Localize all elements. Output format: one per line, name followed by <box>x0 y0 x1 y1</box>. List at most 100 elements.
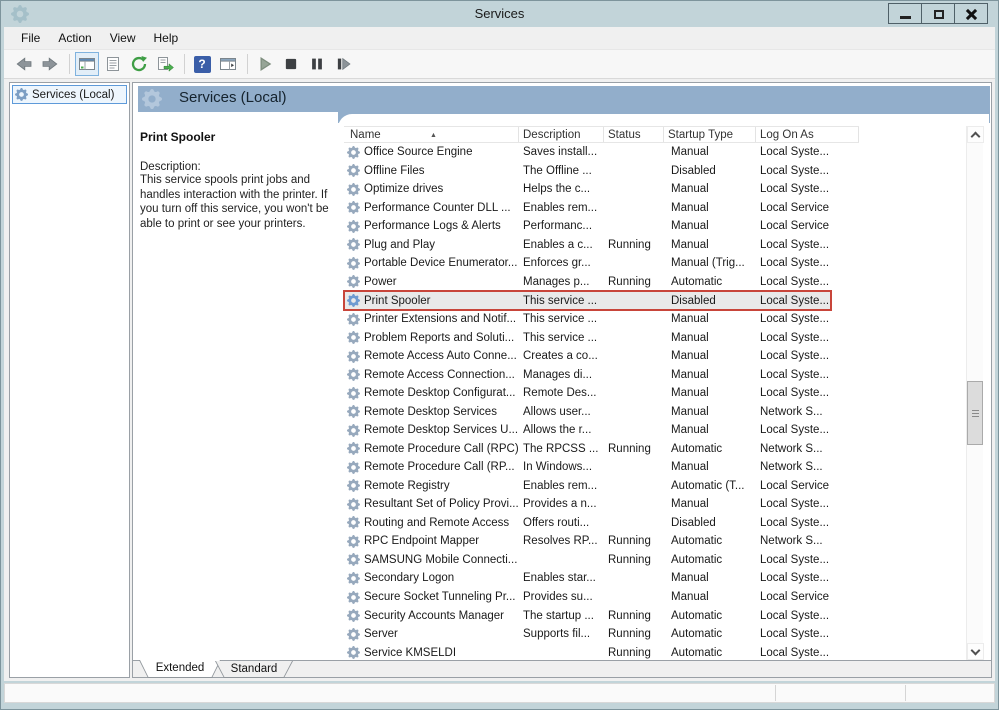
service-row[interactable]: Security Accounts ManagerThe startup ...… <box>344 606 859 625</box>
service-gear-icon <box>347 479 360 492</box>
service-description: Offers routi... <box>519 517 604 529</box>
service-row[interactable]: RPC Endpoint MapperResolves RP...Running… <box>344 532 859 551</box>
scroll-up-button[interactable] <box>967 126 984 143</box>
column-header-description[interactable]: Description <box>519 127 604 142</box>
back-arrow-button[interactable] <box>12 52 36 76</box>
services-rows: Office Source EngineSaves install...Manu… <box>344 143 859 660</box>
service-row[interactable]: Remote Desktop Configurat...Remote Des..… <box>344 384 859 403</box>
tab-extended[interactable]: Extended <box>139 660 221 678</box>
minimize-button[interactable] <box>888 3 922 24</box>
tab-label: Extended <box>139 660 221 678</box>
service-row[interactable]: Performance Counter DLL ...Enables rem..… <box>344 199 859 218</box>
service-name: Routing and Remote Access <box>364 517 509 529</box>
service-gear-icon <box>347 405 360 418</box>
start-service-button[interactable] <box>253 52 277 76</box>
stop-service-button[interactable] <box>279 52 303 76</box>
service-log-on-as: Local Syste... <box>756 332 859 344</box>
close-button[interactable] <box>954 3 988 24</box>
service-gear-icon <box>347 331 360 344</box>
column-header-name[interactable]: Name▲ <box>344 127 519 142</box>
pause-service-button[interactable] <box>305 52 329 76</box>
service-row[interactable]: Service KMSELDIRunningAutomaticLocal Sys… <box>344 643 859 660</box>
service-startup-type: Manual <box>664 572 756 584</box>
service-row[interactable]: Remote Desktop Services U...Allows the r… <box>344 421 859 440</box>
service-row[interactable]: PowerManages p...RunningAutomaticLocal S… <box>344 273 859 292</box>
view-tab-bar: ExtendedStandard <box>133 660 991 677</box>
status-bar <box>4 683 995 703</box>
column-header-label: Name <box>350 129 381 141</box>
service-log-on-as: Local Syste... <box>756 628 859 640</box>
service-startup-type: Automatic <box>664 443 756 455</box>
service-log-on-as: Local Syste... <box>756 183 859 195</box>
menu-view[interactable]: View <box>101 27 145 49</box>
forward-arrow-button[interactable] <box>38 52 62 76</box>
maximize-button[interactable] <box>921 3 955 24</box>
service-row[interactable]: Problem Reports and Soluti...This servic… <box>344 328 859 347</box>
service-gear-icon <box>347 183 360 196</box>
service-row-print-spooler[interactable]: Print SpoolerThis service ...DisabledLoc… <box>344 291 859 310</box>
show-action-pane-icon <box>219 55 237 73</box>
service-row[interactable]: Secondary LogonEnables star...ManualLoca… <box>344 569 859 588</box>
restart-service-button[interactable] <box>331 52 355 76</box>
chevron-down-icon <box>971 646 981 656</box>
tree-item-services-local[interactable]: Services (Local) <box>12 85 127 104</box>
menu-action[interactable]: Action <box>49 27 100 49</box>
service-description: Enforces gr... <box>519 257 604 269</box>
service-row[interactable]: Office Source EngineSaves install...Manu… <box>344 143 859 162</box>
properties-button[interactable] <box>101 52 125 76</box>
service-row[interactable]: Remote Procedure Call (RPC)The RPCSS ...… <box>344 440 859 459</box>
scroll-down-button[interactable] <box>967 643 984 660</box>
refresh-button[interactable] <box>127 52 151 76</box>
service-gear-icon <box>347 313 360 326</box>
title-bar[interactable]: Services <box>1 1 998 27</box>
services-gear-icon <box>15 88 28 101</box>
service-startup-type: Manual <box>664 424 756 436</box>
service-row[interactable]: Remote Access Auto Conne...Creates a co.… <box>344 347 859 366</box>
service-name: Remote Access Auto Conne... <box>364 350 517 362</box>
service-row[interactable]: Remote Desktop ServicesAllows user...Man… <box>344 402 859 421</box>
service-startup-type: Manual <box>664 461 756 473</box>
service-row[interactable]: Remote Procedure Call (RP...In Windows..… <box>344 458 859 477</box>
service-log-on-as: Network S... <box>756 406 859 418</box>
column-header-label: Status <box>608 129 641 141</box>
service-gear-icon <box>347 498 360 511</box>
service-name: Performance Counter DLL ... <box>364 202 511 214</box>
service-log-on-as: Local Syste... <box>756 295 859 307</box>
start-service-icon <box>256 55 274 73</box>
service-name: Remote Desktop Configurat... <box>364 387 516 399</box>
service-description: Manages di... <box>519 369 604 381</box>
vertical-scrollbar[interactable] <box>966 126 983 660</box>
service-row[interactable]: Secure Socket Tunneling Pr...Provides su… <box>344 588 859 607</box>
service-startup-type: Manual <box>664 591 756 603</box>
column-header-startup-type[interactable]: Startup Type <box>664 127 756 142</box>
service-detail-panel: Print Spooler Description: This service … <box>140 130 334 231</box>
service-row[interactable]: ServerSupports fil...RunningAutomaticLoc… <box>344 625 859 644</box>
tab-label: Standard <box>215 661 293 678</box>
export-list-button[interactable] <box>153 52 177 76</box>
tab-standard[interactable]: Standard <box>215 661 293 678</box>
services-list: Name▲Description Status Startup TypeLog On… <box>338 114 989 660</box>
scrollbar-thumb[interactable] <box>967 381 983 445</box>
help-button[interactable]: ? <box>190 52 214 76</box>
service-description: Enables a c... <box>519 239 604 251</box>
menu-help[interactable]: Help <box>145 27 188 49</box>
service-startup-type: Automatic <box>664 647 756 659</box>
service-row[interactable]: Remote Access Connection...Manages di...… <box>344 365 859 384</box>
service-row[interactable]: SAMSUNG Mobile Connecti...RunningAutomat… <box>344 551 859 570</box>
service-row[interactable]: Resultant Set of Policy Provi...Provides… <box>344 495 859 514</box>
column-header-status[interactable]: Status <box>604 127 664 142</box>
service-row[interactable]: Offline FilesThe Offline ...DisabledLoca… <box>344 162 859 181</box>
service-row[interactable]: Optimize drivesHelps the c...ManualLocal… <box>344 180 859 199</box>
service-gear-icon <box>347 535 360 548</box>
service-row[interactable]: Portable Device Enumerator...Enforces gr… <box>344 254 859 273</box>
service-row[interactable]: Performance Logs & AlertsPerformanc...Ma… <box>344 217 859 236</box>
service-startup-type: Automatic <box>664 535 756 547</box>
menu-file[interactable]: File <box>12 27 49 49</box>
service-row[interactable]: Routing and Remote Access Offers routi...… <box>344 514 859 533</box>
service-row[interactable]: Remote RegistryEnables rem...Automatic (… <box>344 477 859 496</box>
show-action-pane-button[interactable] <box>216 52 240 76</box>
column-header-log-on-as[interactable]: Log On As <box>756 127 859 142</box>
service-row[interactable]: Plug and PlayEnables a c...RunningManual… <box>344 236 859 255</box>
show-console-tree-button[interactable] <box>75 52 99 76</box>
service-row[interactable]: Printer Extensions and Notif...This serv… <box>344 310 859 329</box>
